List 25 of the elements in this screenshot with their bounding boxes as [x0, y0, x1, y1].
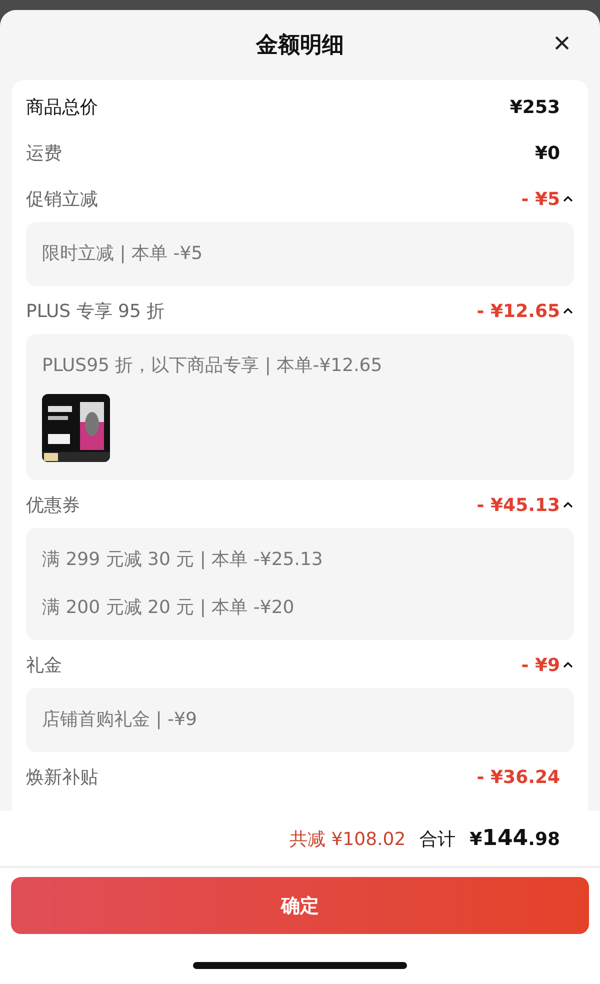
close-button[interactable]: × — [550, 32, 574, 56]
row-label: 促销立减 — [26, 188, 98, 211]
row-label: 运费 — [26, 142, 62, 165]
row-amount: - ¥45.13 — [476, 494, 560, 516]
total-discount: 共减 ¥108.02 — [289, 828, 406, 850]
detail-text: 限时立减 | 本单 -¥5 — [42, 242, 204, 266]
confirm-button[interactable]: 确定 — [11, 877, 589, 934]
row-amount: - ¥36.24 — [476, 766, 560, 788]
detail-text: PLUS95 折，以下商品专享 | 本单-¥12.65 — [42, 354, 384, 378]
row-amount: ¥253 — [510, 96, 560, 118]
total-amount: ¥144.98 — [470, 826, 560, 851]
detail-text: 店铺首购礼金 | -¥9 — [42, 708, 198, 732]
detail-text: 满 299 元减 30 元 | 本单 -¥25.13 — [42, 548, 324, 572]
row-amount: - ¥5 — [521, 188, 560, 210]
row-amount: - ¥9 — [521, 654, 560, 676]
total-label: 合计 — [420, 828, 456, 850]
detail-text: 满 200 元减 20 元 | 本单 -¥20 — [42, 596, 296, 620]
sheet-title: 金额明细 — [256, 32, 344, 60]
row-amount: ¥0 — [534, 142, 560, 164]
row-label: 商品总价 — [26, 96, 98, 119]
row-label: PLUS 专享 95 折 — [26, 300, 165, 323]
row-amount: - ¥12.65 — [476, 300, 560, 322]
row-label: 礼金 — [26, 654, 62, 677]
row-label: 优惠券 — [26, 494, 80, 517]
row-label: 焕新补贴 — [26, 766, 98, 789]
